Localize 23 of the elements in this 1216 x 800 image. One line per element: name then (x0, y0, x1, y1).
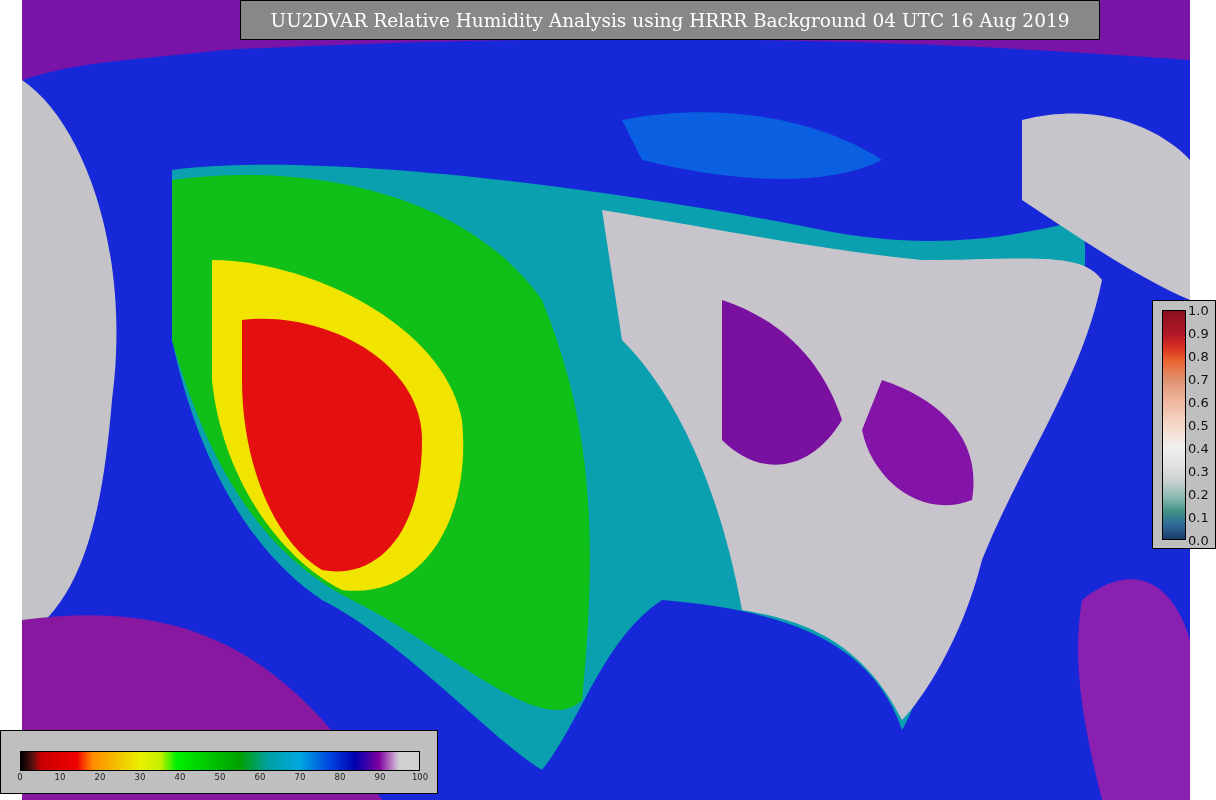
tick-label: 0.1 (1188, 508, 1209, 527)
tick-label: 0.7 (1188, 370, 1209, 389)
tick-label: 0.0 (1188, 531, 1209, 550)
tick-label: 10 (53, 772, 67, 782)
tick-label: 0.3 (1188, 462, 1209, 481)
tick-label: 1.0 (1188, 301, 1209, 320)
tick-label: 60 (253, 772, 267, 782)
tick-label: 0.2 (1188, 485, 1209, 504)
tick-label: 40 (173, 772, 187, 782)
tick-label: 20 (93, 772, 107, 782)
tick-label: 0 (16, 772, 24, 782)
map-title: UU2DVAR Relative Humidity Analysis using HRRR Background 04 UTC 16 Aug 2019 (240, 0, 1100, 40)
tick-label: 0.4 (1188, 439, 1209, 458)
tick-label: 0.8 (1188, 347, 1209, 366)
tick-label: 0.9 (1188, 324, 1209, 343)
tick-label: 80 (333, 772, 347, 782)
tick-label: 90 (373, 772, 387, 782)
tick-label: 0.6 (1188, 393, 1209, 412)
tick-label: 50 (213, 772, 227, 782)
tick-label: 70 (293, 772, 307, 782)
tick-label: 30 (133, 772, 147, 782)
tick-label: 100 (410, 772, 430, 782)
tick-label: 0.5 (1188, 416, 1209, 435)
